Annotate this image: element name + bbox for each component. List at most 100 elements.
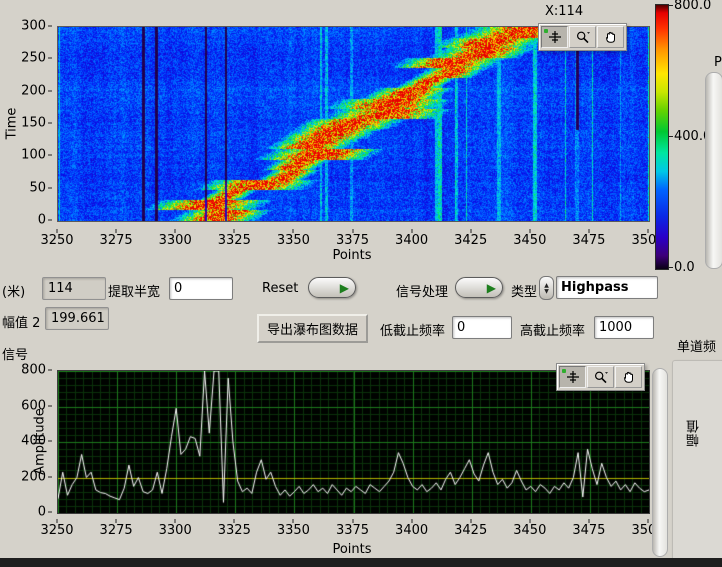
cursor-tool-led [544, 29, 548, 33]
y-tick-label: 100 [21, 148, 46, 163]
y-tick-mark [48, 155, 52, 156]
y-tick-mark [48, 220, 52, 221]
x-tick-label: 3475 [572, 523, 605, 538]
x-tick-label: 3400 [395, 233, 428, 248]
y-tick-label: 0 [38, 213, 46, 228]
single-channel-panel: 幅值 [672, 360, 722, 562]
top-x-tick-labels: 3250327533003325335033753400342534503475… [57, 229, 648, 245]
y-tick-label: 300 [21, 19, 46, 34]
low-cutoff-input[interactable]: 0 [452, 316, 512, 339]
reset-arrow-icon: ▶ [340, 282, 349, 294]
meters-label: (米) [2, 281, 25, 300]
vertical-bar-right [652, 368, 668, 557]
hand-icon [603, 30, 619, 44]
x-tick-label: 3375 [336, 523, 369, 538]
spinner-down-icon: ▼ [544, 289, 549, 294]
half-width-label: 提取半宽 [108, 281, 160, 300]
crosshair-icon [565, 370, 581, 384]
y-tick-label: 50 [29, 180, 46, 195]
x-tick-label: 3275 [100, 523, 133, 538]
signal-processing-toggle[interactable]: ▶ [455, 277, 503, 298]
pan-tool-button-bottom[interactable] [615, 366, 642, 388]
y-tick-mark [48, 58, 52, 59]
y-tick-label: 250 [21, 51, 46, 66]
colorbar-tick-min [668, 267, 673, 268]
amplitude2-label: 幅值 2 [2, 312, 40, 331]
signal-processing-label: 信号处理 [396, 281, 448, 300]
y-tick-label: 150 [21, 116, 46, 131]
x-tick-label: 3250 [40, 523, 73, 538]
x-tick-label: 3325 [218, 233, 251, 248]
y-tick-mark [48, 123, 52, 124]
pan-tool-button[interactable] [597, 26, 624, 48]
type-dropdown[interactable]: Highpass [556, 276, 658, 299]
export-waterfall-button[interactable]: 导出瀑布图数据 [257, 314, 368, 343]
x-tick-label: 3350 [277, 233, 310, 248]
magnifier-icon [575, 30, 591, 44]
clipped-right-label-p: P [714, 55, 722, 70]
cursor-readout: X:114 [545, 4, 583, 19]
y-tick-mark [48, 187, 52, 188]
y-tick-label: 200 [21, 469, 46, 484]
y-tick-mark [48, 26, 52, 27]
bottom-x-tick-labels: 3250327533003325335033753400342534503475… [57, 519, 648, 535]
reset-button[interactable]: ▶ [308, 277, 356, 298]
meters-value-box[interactable]: 114 [42, 277, 106, 300]
colorbar-min-label: 0.0 [674, 260, 695, 275]
zoom-tool-button-bottom[interactable] [587, 366, 614, 388]
y-tick-label: 800 [21, 363, 46, 378]
y-tick-mark [48, 90, 52, 91]
colorbar-tick-mid [668, 136, 673, 137]
type-label: 类型 [511, 281, 537, 300]
bottom-y-tick-labels: 8006004002000 [0, 370, 52, 512]
signal-waveform-graph[interactable] [57, 370, 650, 514]
spinner-up-icon: ▲ [544, 283, 549, 288]
type-spinner[interactable]: ▲ ▼ [539, 276, 554, 300]
amplitude2-value-box[interactable]: 199.661 [45, 307, 109, 330]
half-width-input[interactable]: 0 [169, 277, 233, 300]
x-tick-label: 3250 [40, 233, 73, 248]
cursor-tool-led-bottom [562, 369, 566, 373]
signal-processing-arrow-icon: ▶ [487, 282, 496, 294]
hand-icon [621, 370, 637, 384]
zoom-tool-button[interactable] [569, 26, 596, 48]
bottom-x-axis-title: Points [332, 542, 371, 557]
waterfall-intensity-graph[interactable] [57, 26, 650, 222]
crosshair-icon [547, 30, 563, 44]
x-tick-label: 3325 [218, 523, 251, 538]
x-tick-label: 3400 [395, 523, 428, 538]
high-cutoff-input[interactable]: 1000 [594, 316, 654, 339]
colorbar-tick-max [668, 5, 673, 6]
colorbar-max-label: 800.0 [674, 0, 711, 13]
x-tick-label: 3475 [572, 233, 605, 248]
x-tick-label: 3450 [513, 523, 546, 538]
signal-section-label: 信号 [2, 344, 28, 363]
single-channel-rotated-axis-label: 幅值 [685, 419, 704, 447]
vertical-slider-track[interactable] [705, 72, 722, 269]
top-x-axis-title: Points [332, 248, 371, 263]
window-bottom-edge [0, 558, 722, 567]
top-y-tick-labels: 300250200150100500 [0, 26, 52, 220]
x-tick-label: 3275 [100, 233, 133, 248]
x-tick-label: 3300 [159, 233, 192, 248]
x-tick-label: 3425 [454, 233, 487, 248]
reset-label: Reset [262, 281, 298, 296]
cursor-tool-button-bottom[interactable] [559, 366, 586, 388]
x-tick-label: 3350 [277, 523, 310, 538]
y-tick-label: 0 [38, 505, 46, 520]
labview-front-panel: X:114 Time 300250200150100500 3250327533… [0, 0, 722, 567]
high-cutoff-label: 高截止频率 [520, 320, 585, 339]
x-tick-label: 3450 [513, 233, 546, 248]
low-cutoff-label: 低截止频率 [380, 320, 445, 339]
y-tick-label: 400 [21, 434, 46, 449]
y-tick-mark [48, 441, 52, 442]
x-tick-label: 3300 [159, 523, 192, 538]
color-scale [655, 4, 669, 270]
y-tick-mark [48, 476, 52, 477]
graph-palette-top [538, 23, 627, 51]
y-tick-label: 200 [21, 83, 46, 98]
y-tick-label: 600 [21, 398, 46, 413]
single-channel-section-label: 单道频 [677, 336, 722, 355]
cursor-tool-button[interactable] [541, 26, 568, 48]
magnifier-icon [593, 370, 609, 384]
